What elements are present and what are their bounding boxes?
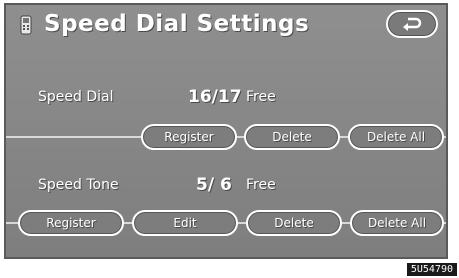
speed-tone-delete-button[interactable]: Delete <box>246 210 342 236</box>
speed-dial-label: Speed Dial <box>38 89 114 105</box>
page-title: Speed Dial Settings <box>44 11 310 37</box>
phone-icon <box>20 15 32 35</box>
speed-dial-free-label: Free <box>246 89 276 105</box>
speed-tone-label: Speed Tone <box>38 177 119 193</box>
speed-tone-delete-all-button[interactable]: Delete All <box>350 210 444 236</box>
image-code-label: 5U54790 <box>406 263 457 276</box>
speed-tone-free-label: Free <box>246 177 276 193</box>
speed-dial-delete-button[interactable]: Delete <box>244 124 340 150</box>
return-arrow-icon <box>403 17 422 31</box>
speed-tone-edit-button[interactable]: Edit <box>132 210 238 236</box>
speed-dial-count: 16/17 <box>188 87 242 107</box>
speed-tone-count: 5/ 6 <box>196 175 232 195</box>
back-button[interactable] <box>386 10 438 38</box>
speed-dial-settings-screen: Speed Dial Settings Speed Dial 16/17 Fre… <box>4 3 448 259</box>
speed-tone-register-button[interactable]: Register <box>18 210 124 236</box>
speed-dial-delete-all-button[interactable]: Delete All <box>348 124 444 150</box>
title-bar: Speed Dial Settings <box>6 5 446 45</box>
speed-dial-register-button[interactable]: Register <box>141 124 237 150</box>
